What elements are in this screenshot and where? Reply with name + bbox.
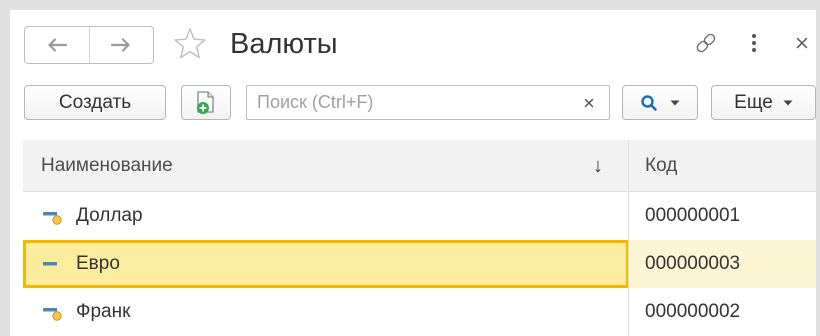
cell-name: Евро — [23, 240, 629, 288]
caret-down-icon — [783, 100, 793, 105]
row-name: Доллар — [76, 205, 143, 226]
search-field — [246, 85, 610, 120]
add-document-icon — [197, 90, 214, 114]
cell-name: Доллар — [23, 192, 629, 240]
column-header-code-label: Код — [645, 155, 678, 176]
back-button[interactable] — [25, 27, 89, 63]
link-button[interactable] — [692, 28, 720, 58]
row-code: 000000001 — [645, 205, 741, 226]
column-header-name[interactable]: Наименование ↓ — [23, 140, 629, 192]
close-button[interactable] — [788, 28, 816, 58]
navigation-buttons — [24, 26, 154, 64]
more-button[interactable]: Еще — [711, 85, 816, 120]
clear-search-button[interactable] — [569, 86, 609, 119]
star-icon[interactable] — [172, 26, 208, 62]
copy-button[interactable] — [181, 85, 231, 120]
table-row-selected[interactable]: Евро 000000003 — [23, 240, 816, 288]
more-actions-button[interactable] — [740, 28, 768, 58]
catalog-item-icon — [43, 308, 62, 321]
row-name: Франк — [76, 301, 131, 322]
currency-table: Наименование ↓ Код Доллар 000000001 Евро… — [23, 140, 816, 336]
caret-down-icon — [670, 100, 680, 105]
search-input[interactable] — [247, 86, 569, 119]
column-divider — [628, 140, 629, 336]
window-frame-left — [0, 0, 10, 336]
table-header: Наименование ↓ Код — [23, 140, 816, 192]
link-icon — [696, 33, 716, 53]
cell-name: Франк — [23, 288, 629, 336]
column-header-name-label: Наименование — [41, 155, 173, 176]
row-code: 000000002 — [645, 301, 741, 322]
arrow-left-icon — [48, 38, 67, 52]
row-code: 000000003 — [629, 240, 816, 288]
window-frame-top — [0, 0, 820, 10]
row-name: Евро — [76, 253, 120, 274]
search-options-button[interactable] — [622, 85, 698, 120]
forward-button[interactable] — [88, 27, 154, 63]
vertical-dots-icon — [752, 34, 756, 52]
catalog-item-icon — [43, 212, 62, 225]
table-row[interactable]: Доллар 000000001 — [23, 192, 816, 240]
close-icon — [796, 37, 808, 49]
create-button[interactable]: Создать — [24, 85, 166, 120]
window-frame-right — [816, 0, 820, 336]
sort-descending-icon: ↓ — [593, 154, 603, 177]
more-button-label: Еще — [734, 91, 773, 113]
arrow-right-icon — [111, 38, 130, 52]
table-row[interactable]: Франк 000000002 — [23, 288, 816, 336]
page-title: Валюты — [230, 28, 338, 60]
column-header-code[interactable]: Код — [629, 140, 816, 192]
catalog-item-icon — [43, 262, 57, 266]
search-icon — [641, 94, 657, 111]
close-icon — [584, 98, 594, 107]
